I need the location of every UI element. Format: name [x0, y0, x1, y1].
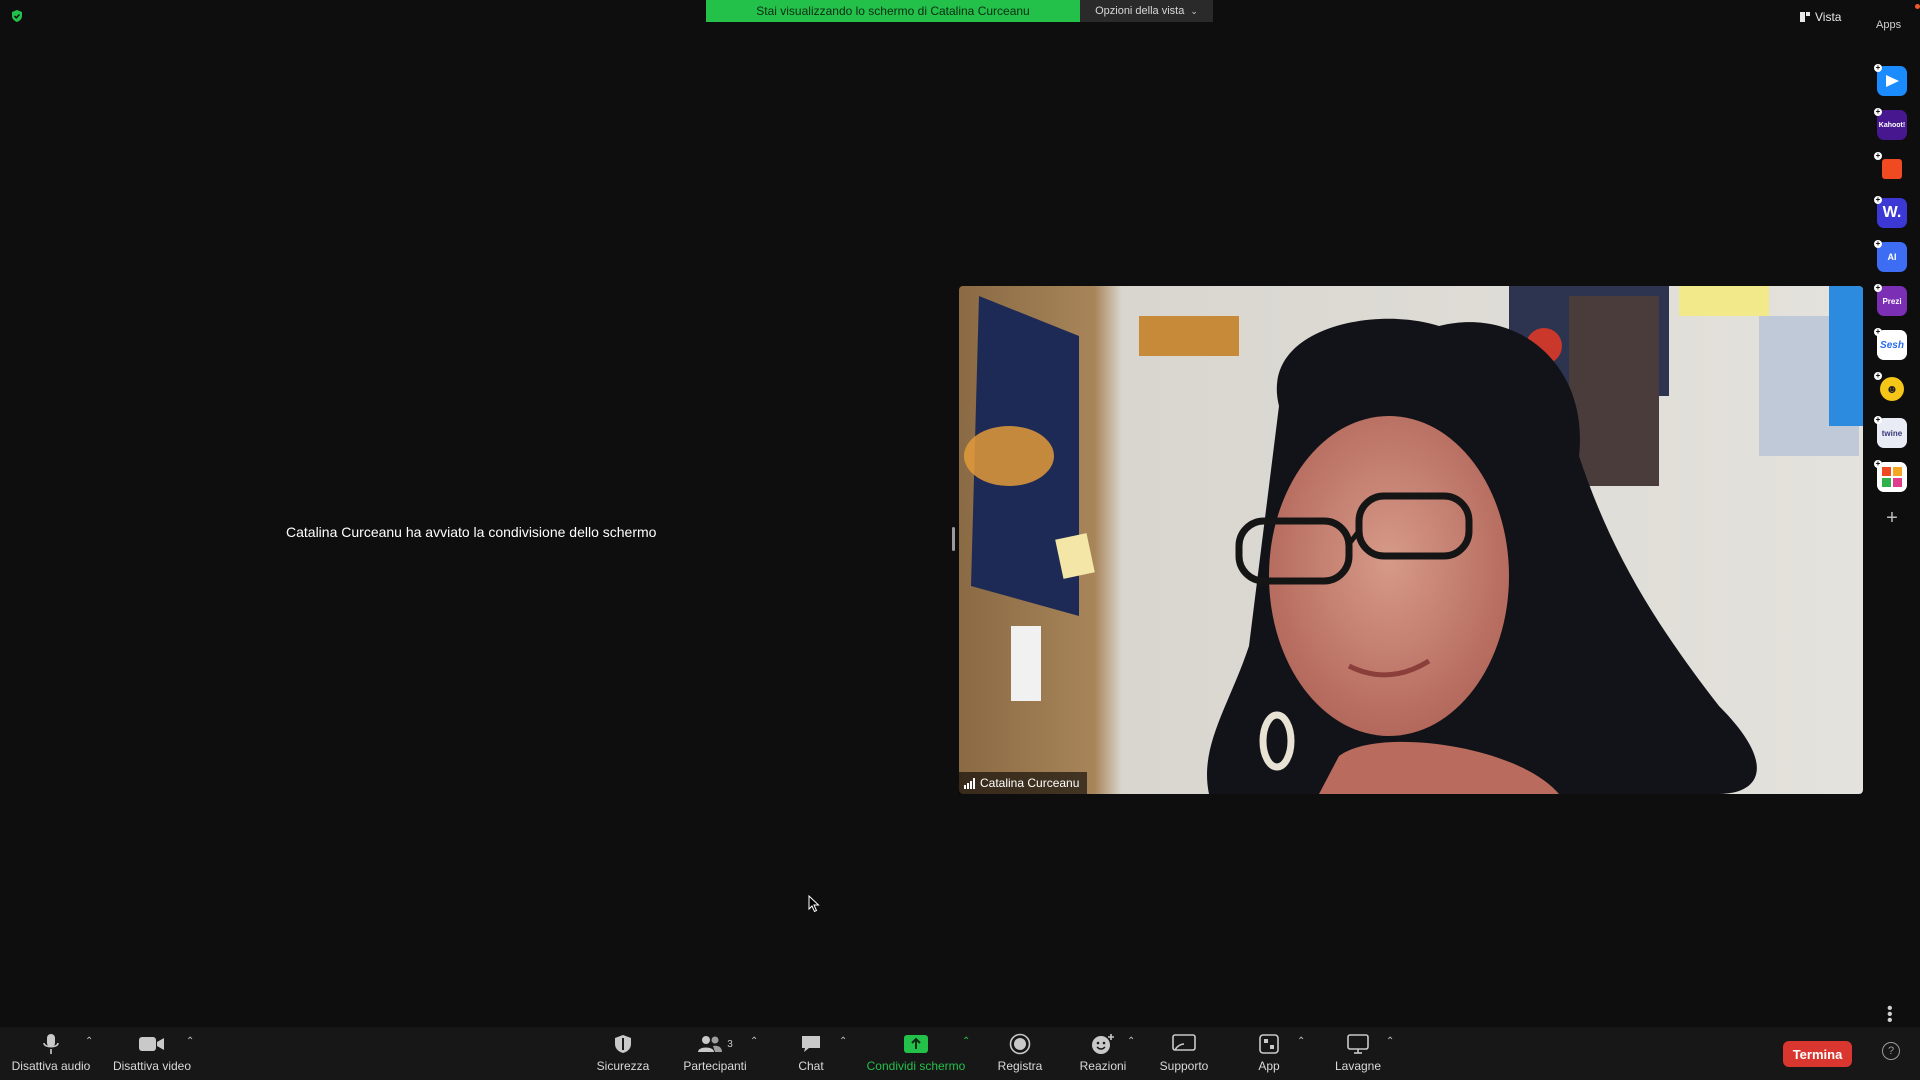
participants-count: 3 [727, 1038, 733, 1050]
whiteboards-label: Lavagne [1334, 1059, 1382, 1073]
apps-label: App [1258, 1059, 1280, 1073]
mouse-cursor-icon [808, 895, 820, 913]
sesh-app-icon[interactable]: Sesh [1877, 330, 1907, 360]
mosaic-app-icon[interactable] [1877, 462, 1907, 492]
support-screen-icon [1172, 1034, 1196, 1051]
emoji-app-icon[interactable]: ☻ [1877, 374, 1907, 404]
microphone-icon [43, 1034, 59, 1054]
app-badge-icon: + [1874, 195, 1882, 204]
app-badge-icon: + [1874, 283, 1882, 292]
security-shield-icon [615, 1035, 631, 1053]
view-button[interactable]: Vista [1800, 8, 1841, 26]
app-badge-icon: + [1874, 151, 1882, 160]
stop-video-label: Disattiva video [112, 1059, 192, 1073]
participants-label: Partecipanti [683, 1059, 747, 1073]
add-app-icon[interactable]: + [1882, 508, 1902, 528]
security-label: Sicurezza [596, 1059, 650, 1073]
view-options-button[interactable]: Opzioni della vista ⌄ [1080, 0, 1213, 22]
apps-notification-dot [1915, 4, 1920, 9]
kahoot-app-icon[interactable]: Kahoot! [1877, 110, 1907, 140]
whiteboards-button[interactable]: Lavagne [1303, 1032, 1413, 1073]
view-label: Vista [1815, 10, 1842, 24]
end-meeting-button[interactable]: Termina [1783, 1041, 1852, 1067]
chat-options-chevron-icon[interactable]: ⌃ [839, 1036, 847, 1047]
whiteboards-options-chevron-icon[interactable]: ⌃ [1386, 1036, 1394, 1047]
app-badge-icon: + [1874, 239, 1882, 248]
video-options-chevron-icon[interactable]: ⌃ [186, 1036, 194, 1047]
split-resize-handle[interactable] [952, 527, 955, 551]
app-badge-icon: + [1874, 107, 1882, 116]
app-badge-icon: + [1874, 459, 1882, 468]
participants-icon [698, 1036, 723, 1052]
mute-audio-label: Disattiva audio [11, 1059, 91, 1073]
video-camera-icon [139, 1037, 164, 1051]
app-badge-icon: + [1874, 415, 1882, 424]
wooclap-app-icon[interactable]: W. [1877, 198, 1907, 228]
apps-icon [1259, 1034, 1279, 1054]
signal-strength-icon [964, 777, 975, 789]
app-badge-icon: + [1874, 327, 1882, 336]
support-label: Supporto [1159, 1059, 1209, 1073]
share-screen-button[interactable]: Condividi schermo [861, 1032, 971, 1073]
prezi-app-icon[interactable]: Prezi [1877, 286, 1907, 316]
share-screen-icon [904, 1035, 928, 1053]
encryption-shield-icon[interactable] [10, 9, 24, 23]
help-icon[interactable]: ? [1882, 1042, 1900, 1060]
chat-button[interactable]: Chat [756, 1032, 866, 1073]
participant-name: Catalina Curceanu [980, 776, 1080, 790]
share-view-banner: Stai visualizzando lo schermo di Catalin… [706, 0, 1080, 22]
twine-app-icon[interactable]: twine [1877, 418, 1907, 448]
app-badge-icon: + [1874, 63, 1882, 72]
audio-options-chevron-icon[interactable]: ⌃ [85, 1036, 93, 1047]
view-grid-icon [1800, 12, 1810, 22]
reactions-label: Reazioni [1079, 1059, 1127, 1073]
red-app-icon[interactable] [1877, 154, 1907, 184]
app-badge-icon: + [1874, 371, 1882, 380]
more-options-icon[interactable]: • • • [1887, 1001, 1893, 1029]
participant-video-frame [959, 286, 1863, 794]
record-icon [1009, 1033, 1031, 1055]
chat-bubble-icon [802, 1036, 820, 1052]
share-started-message: Catalina Curceanu ha avviato la condivis… [286, 524, 657, 540]
participant-name-tag: Catalina Curceanu [959, 772, 1088, 794]
apps-rail-label[interactable]: Apps [1876, 19, 1901, 31]
whiteboard-icon [1347, 1034, 1369, 1054]
reactions-smiley-icon [1092, 1034, 1114, 1054]
view-options-label: Opzioni della vista [1095, 5, 1185, 17]
ai-app-icon[interactable]: AI [1877, 242, 1907, 272]
participant-video[interactable] [959, 286, 1863, 794]
presentation-app-icon[interactable] [1877, 66, 1907, 96]
share-screen-label: Condividi schermo [866, 1059, 966, 1073]
chevron-down-icon: ⌄ [1190, 5, 1198, 16]
record-label: Registra [997, 1059, 1043, 1073]
chat-label: Chat [798, 1059, 824, 1073]
